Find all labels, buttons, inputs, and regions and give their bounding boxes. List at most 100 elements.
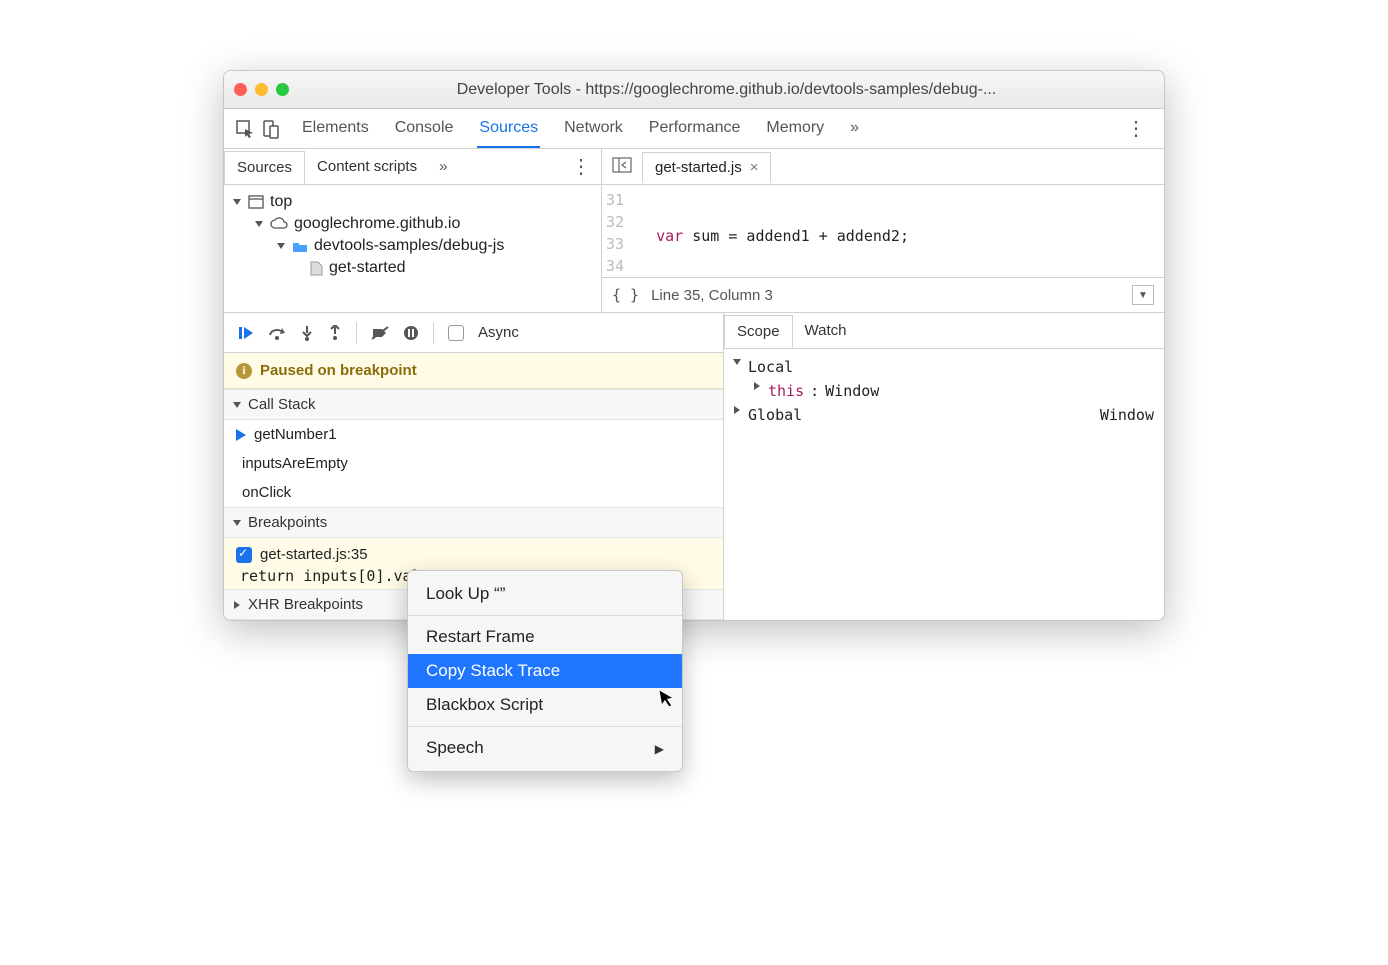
toggle-navigator-icon[interactable] — [602, 157, 642, 177]
statusbar-dropdown-icon[interactable]: ▼ — [1132, 285, 1154, 305]
window-title: Developer Tools - https://googlechrome.g… — [299, 81, 1154, 99]
disclosure-triangle-icon[interactable] — [277, 243, 285, 249]
code-editor[interactable]: 31 32 33 34 var sum = addend1 + addend2;… — [602, 185, 1164, 277]
devtools-window: Developer Tools - https://googlechrome.g… — [223, 70, 1165, 621]
async-label: Async — [478, 324, 519, 341]
breakpoint-checkbox[interactable] — [236, 547, 252, 563]
tree-folder[interactable]: devtools-samples/debug-js — [228, 235, 601, 257]
subtab-content-scripts[interactable]: Content scripts — [305, 151, 429, 182]
step-out-icon[interactable] — [328, 325, 342, 341]
ctx-lookup[interactable]: Look Up “” — [408, 577, 682, 611]
tree-folder-label: devtools-samples/debug-js — [314, 237, 504, 255]
step-over-icon[interactable] — [268, 325, 286, 341]
close-window-icon[interactable] — [234, 83, 247, 96]
tree-file[interactable]: get-started — [228, 257, 601, 279]
tree-domain[interactable]: googlechrome.github.io — [228, 213, 601, 235]
resume-icon[interactable] — [238, 325, 254, 341]
scope-body: Local this: Window Global Window — [724, 349, 1164, 433]
line-number: 31 — [606, 189, 624, 211]
subtabs-overflow-icon[interactable]: » — [429, 158, 457, 175]
scope-global[interactable]: Global Window — [734, 403, 1154, 427]
tab-elements[interactable]: Elements — [300, 110, 371, 148]
paused-text: Paused on breakpoint — [260, 362, 417, 379]
breakpoint-location: get-started.js:35 — [260, 546, 368, 563]
ctx-speech[interactable]: Speech — [408, 731, 682, 765]
minimize-window-icon[interactable] — [255, 83, 268, 96]
stack-frame-name: inputsAreEmpty — [242, 455, 348, 472]
line-gutter: 31 32 33 34 — [602, 185, 632, 277]
tree-frame-label: top — [270, 193, 292, 211]
stack-frame-current[interactable]: getNumber1 — [224, 420, 723, 449]
stack-frame[interactable]: onClick — [224, 478, 723, 507]
debugger-toolbar: Async — [224, 313, 723, 353]
scope-this[interactable]: this: Window — [734, 379, 1154, 403]
deactivate-breakpoints-icon[interactable] — [371, 325, 389, 341]
ctx-restart-frame[interactable]: Restart Frame — [408, 620, 682, 654]
window-traffic-lights — [234, 83, 289, 96]
disclosure-triangle-icon[interactable] — [734, 406, 740, 414]
disclosure-triangle-icon[interactable] — [233, 520, 241, 526]
ctx-separator — [408, 615, 682, 616]
line-number: 33 — [606, 233, 624, 255]
tab-network[interactable]: Network — [562, 110, 625, 148]
filetab-name: get-started.js — [655, 159, 742, 176]
close-tab-icon[interactable]: × — [750, 159, 759, 176]
disclosure-triangle-icon[interactable] — [234, 601, 240, 609]
main-menu-icon[interactable]: ⋮ — [1118, 112, 1154, 145]
breakpoints-header[interactable]: Breakpoints — [224, 507, 723, 538]
toolbar-separator — [356, 322, 357, 344]
scope-local[interactable]: Local — [734, 355, 1154, 379]
tree-domain-label: googlechrome.github.io — [294, 215, 460, 233]
disclosure-triangle-icon[interactable] — [255, 221, 263, 227]
tabs-overflow-icon[interactable]: » — [848, 110, 861, 148]
context-menu: Look Up “” Restart Frame Copy Stack Trac… — [407, 570, 683, 772]
frame-icon — [248, 195, 264, 209]
scope-global-val: Window — [1100, 406, 1154, 424]
inspect-element-icon[interactable] — [234, 118, 256, 140]
callstack-header[interactable]: Call Stack — [224, 389, 723, 420]
disclosure-triangle-icon[interactable] — [233, 402, 241, 408]
ctx-copy-stack-trace[interactable]: Copy Stack Trace — [408, 654, 682, 688]
tab-scope[interactable]: Scope — [724, 315, 793, 348]
tab-memory[interactable]: Memory — [764, 110, 826, 148]
pause-on-exceptions-icon[interactable] — [403, 325, 419, 341]
scope-global-label: Global — [748, 406, 802, 424]
tree-frame-top[interactable]: top — [228, 191, 601, 213]
scope-this-val: Window — [825, 382, 879, 400]
stack-frame[interactable]: inputsAreEmpty — [224, 449, 723, 478]
disclosure-triangle-icon[interactable] — [233, 199, 241, 205]
paused-banner: i Paused on breakpoint — [224, 353, 723, 389]
tab-sources[interactable]: Sources — [477, 110, 540, 148]
device-toggle-icon[interactable] — [260, 118, 282, 140]
scope-this-key: this — [768, 382, 804, 400]
xhr-breakpoints-title: XHR Breakpoints — [248, 596, 363, 613]
file-icon — [310, 261, 323, 276]
tree-file-label: get-started — [329, 259, 405, 277]
maximize-window-icon[interactable] — [276, 83, 289, 96]
sources-panes: Sources Content scripts » ⋮ top googlech… — [224, 149, 1164, 312]
stack-frame-name: getNumber1 — [254, 426, 337, 443]
code-lines: var sum = addend1 + addend2; label.textC… — [632, 185, 1041, 277]
subtab-sources[interactable]: Sources — [224, 151, 305, 184]
main-tabs: Elements Console Sources Network Perform… — [300, 110, 861, 148]
ctx-blackbox-script[interactable]: Blackbox Script — [408, 688, 682, 722]
scope-local-label: Local — [748, 358, 793, 376]
tab-console[interactable]: Console — [393, 110, 456, 148]
tab-watch[interactable]: Watch — [793, 315, 859, 346]
navigator-menu-icon[interactable]: ⋮ — [561, 154, 601, 179]
disclosure-triangle-icon[interactable] — [733, 359, 741, 365]
disclosure-triangle-icon[interactable] — [754, 382, 760, 390]
editor-filetab[interactable]: get-started.js × — [642, 152, 771, 183]
breakpoints-title: Breakpoints — [248, 514, 327, 531]
info-icon: i — [236, 363, 252, 379]
titlebar: Developer Tools - https://googlechrome.g… — [224, 71, 1164, 109]
folder-icon — [292, 240, 308, 253]
async-checkbox[interactable] — [448, 325, 464, 341]
editor-pane: get-started.js × 31 32 33 34 var sum = a… — [602, 149, 1164, 312]
tab-performance[interactable]: Performance — [647, 110, 743, 148]
scope-watch-tabs: Scope Watch — [724, 313, 1164, 349]
devtools-main-toolbar: Elements Console Sources Network Perform… — [224, 109, 1164, 149]
file-tree: top googlechrome.github.io devtools-samp… — [224, 185, 601, 312]
step-into-icon[interactable] — [300, 325, 314, 341]
pretty-print-icon[interactable]: { } — [612, 286, 639, 304]
